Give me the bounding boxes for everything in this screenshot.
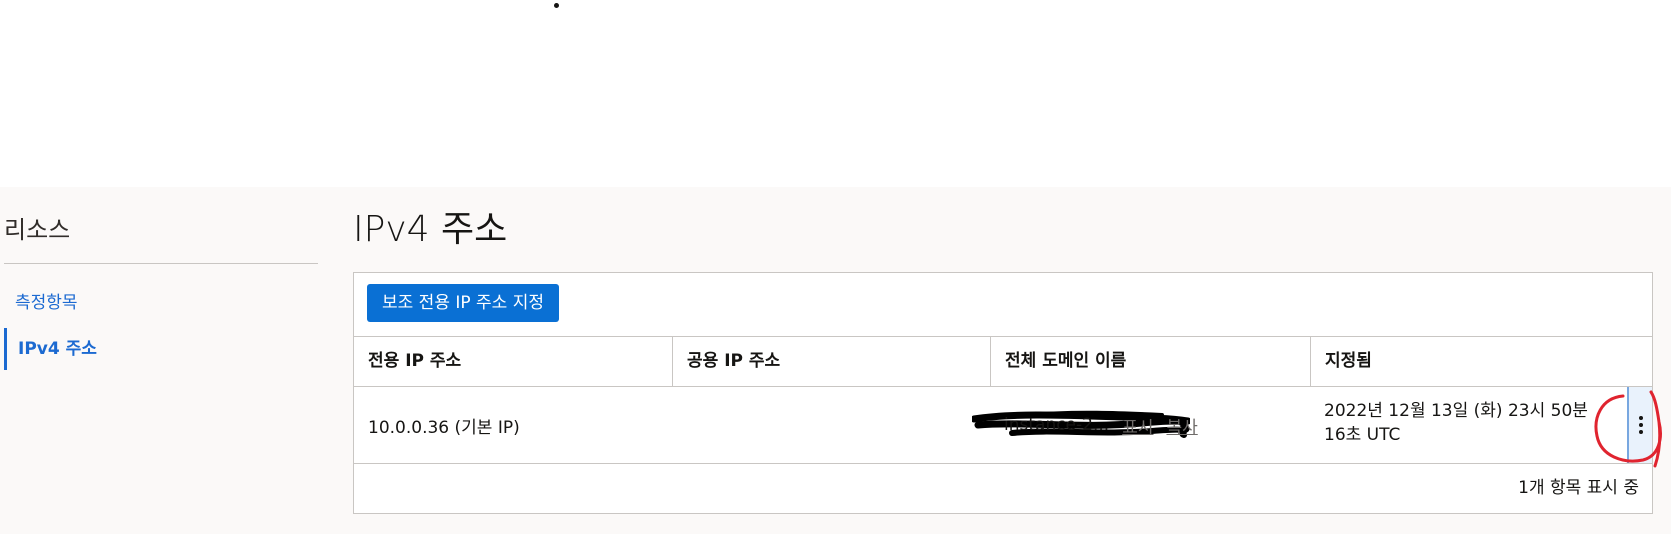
- top-blank-area: [0, 0, 1671, 187]
- table-header: 전용 IP 주소 공용 IP 주소 전체 도메인 이름 지정됨: [354, 336, 1652, 387]
- sidebar-divider: [4, 263, 318, 264]
- private-ip-cell: 10.0.0.36 (기본 IP): [368, 417, 520, 438]
- stray-dot: [554, 3, 559, 8]
- table-row: 10.0.0.36 (기본 IP) instance-2... 표시 복사 20…: [354, 387, 1652, 464]
- sidebar-item-metrics[interactable]: 측정항목: [4, 282, 314, 324]
- page-title: IPv4 주소: [353, 209, 508, 250]
- item-count: 1개 항목 표시 중: [1518, 478, 1639, 498]
- copy-link[interactable]: 복사: [1166, 413, 1197, 438]
- fqdn-text: instance-2...: [1004, 415, 1110, 435]
- red-circle-annotation: [1594, 390, 1662, 468]
- sidebar-title: 리소스: [4, 216, 71, 244]
- column-header-assigned[interactable]: 지정됨: [1310, 337, 1652, 386]
- sidebar-item-ipv4[interactable]: IPv4 주소: [4, 328, 314, 370]
- show-link[interactable]: 표시: [1122, 413, 1153, 438]
- ipv4-card: 보조 전용 IP 주소 지정 전용 IP 주소 공용 IP 주소 전체 도메인 …: [353, 272, 1653, 514]
- column-header-public-ip[interactable]: 공용 IP 주소: [672, 337, 990, 386]
- assign-secondary-ip-button[interactable]: 보조 전용 IP 주소 지정: [367, 284, 560, 322]
- column-header-private-ip[interactable]: 전용 IP 주소: [354, 337, 672, 386]
- public-ip-cell: [672, 387, 1190, 463]
- fqdn-cell: instance-2... 표시 복사: [990, 387, 1310, 463]
- column-header-fqdn[interactable]: 전체 도메인 이름: [990, 337, 1310, 386]
